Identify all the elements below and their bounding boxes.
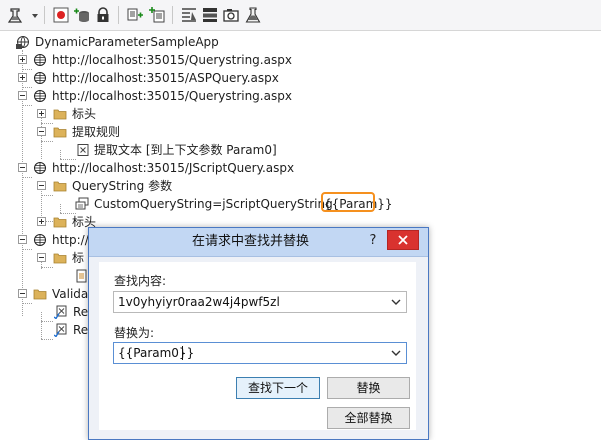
collapse-toggle[interactable]: [18, 91, 27, 100]
tree-root-label: DynamicParameterSampleApp: [35, 35, 219, 49]
folder-icon: [53, 107, 67, 121]
toolbar-separator: [172, 6, 173, 24]
folder-label: QueryString 参数: [72, 179, 173, 193]
tree-connector: [41, 339, 53, 340]
folder-icon: [53, 215, 67, 229]
find-what-value[interactable]: 1v0yhyiyr0raa2w4j4pwf5zl: [118, 292, 280, 312]
tree-request-item[interactable]: http://localhost:35015/JScriptQuery.aspx: [0, 159, 320, 177]
find-next-button[interactable]: 查找下一个: [236, 377, 320, 399]
rule-label: Re: [73, 323, 89, 337]
help-button[interactable]: ?: [363, 231, 383, 251]
add-datasource-icon[interactable]: [73, 6, 91, 24]
toolbar-separator: [118, 6, 119, 24]
record-icon[interactable]: [52, 6, 70, 24]
toolbar: [0, 0, 601, 31]
collapse-toggle[interactable]: [18, 289, 27, 298]
tree-request-item[interactable]: http://: [0, 231, 90, 249]
dropdown-arrow-icon[interactable]: [26, 6, 38, 24]
replace-with-label: 替换为:: [114, 326, 155, 340]
param-highlight-box: [321, 192, 375, 212]
tree-folder-validation[interactable]: Valida: [0, 285, 90, 303]
chevron-down-icon[interactable]: [391, 298, 401, 306]
folder-label: 提取规则: [72, 125, 121, 139]
tree-request-item[interactable]: http://localhost:35015/ASPQuery.aspx: [0, 69, 300, 87]
tree-folder-headers[interactable]: 标头: [0, 105, 200, 123]
rule-label: 提取文本 [到上下文参数 Param0]: [94, 143, 277, 157]
add-request-icon[interactable]: [6, 6, 24, 24]
web-test-icon: [16, 35, 30, 49]
rule-icon: [76, 143, 90, 157]
parameter-icon: [75, 197, 89, 211]
request-url: http://: [52, 233, 89, 247]
expand-toggle[interactable]: [18, 55, 27, 64]
tree-root[interactable]: DynamicParameterSampleApp: [0, 33, 300, 51]
replace-all-button[interactable]: 全部替换: [327, 407, 410, 429]
folder-icon: [53, 251, 67, 265]
folder-label: Valida: [52, 287, 89, 301]
tree-request-item[interactable]: http://localhost:35015/Querystring.aspx: [0, 87, 300, 105]
validation-rule-icon: [54, 305, 68, 319]
globe-icon: [33, 89, 47, 103]
dialog-title: 在请求中查找并替换: [191, 234, 309, 249]
parameterize-icon[interactable]: [126, 6, 144, 24]
toolbar-separator: [44, 6, 45, 24]
collapse-toggle[interactable]: [18, 235, 27, 244]
folder-icon: [53, 179, 67, 193]
request-url: http://localhost:35015/JScriptQuery.aspx: [52, 161, 295, 175]
validation-rule-icon: [54, 323, 68, 337]
tree-extraction-rule[interactable]: 提取文本 [到上下文参数 Param0]: [0, 141, 320, 159]
tree-item[interactable]: [0, 267, 90, 285]
dialog-title-bar[interactable]: 在请求中查找并替换 ?: [89, 228, 428, 257]
collapse-toggle[interactable]: [18, 163, 27, 172]
replace-with-combobox[interactable]: {{Param0}}: [113, 342, 407, 364]
collapse-toggle[interactable]: [37, 253, 46, 262]
folder-icon: [53, 125, 67, 139]
expand-toggle[interactable]: [18, 73, 27, 82]
flask-icon[interactable]: [244, 6, 262, 24]
find-replace-dialog: 在请求中查找并替换 ? 查找内容: 1v0yhyiyr0raa2w4j4pwf5…: [88, 227, 429, 440]
folder-label: 标: [72, 251, 85, 265]
request-url: http://localhost:35015/Querystring.aspx: [52, 53, 292, 67]
tree-folder-extraction-rules[interactable]: 提取规则: [0, 123, 200, 141]
globe-icon: [33, 161, 47, 175]
find-what-label: 查找内容:: [114, 274, 167, 288]
globe-icon: [33, 53, 47, 67]
request-url: http://localhost:35015/ASPQuery.aspx: [52, 71, 279, 85]
lock-icon[interactable]: [94, 6, 112, 24]
close-icon: [398, 235, 408, 245]
chevron-down-icon[interactable]: [391, 349, 401, 357]
param-label: CustomQueryString=jScriptQueryString__: [94, 197, 345, 211]
tree-folder-querystring[interactable]: QueryString 参数: [0, 177, 220, 195]
find-what-combobox[interactable]: 1v0yhyiyr0raa2w4j4pwf5zl: [113, 291, 407, 313]
folder-label: 标头: [72, 107, 97, 121]
folder-icon: [33, 287, 47, 301]
document-icon: [75, 269, 89, 283]
insert-request-icon[interactable]: [148, 6, 166, 24]
tree-validation-rule[interactable]: Re: [0, 303, 90, 321]
globe-icon: [33, 233, 47, 247]
rule-label: Re: [73, 305, 89, 319]
flask-parameters-icon[interactable]: [180, 6, 198, 24]
list-view-icon[interactable]: [201, 6, 219, 24]
expand-toggle[interactable]: [37, 217, 46, 226]
globe-icon: [33, 71, 47, 85]
tree-request-item[interactable]: http://localhost:35015/Querystring.aspx: [0, 51, 300, 69]
collapse-toggle[interactable]: [37, 181, 46, 190]
text-caret: [182, 346, 183, 360]
replace-button[interactable]: 替换: [327, 377, 410, 399]
tree-folder[interactable]: 标: [0, 249, 90, 267]
camera-icon[interactable]: [222, 6, 240, 24]
collapse-toggle[interactable]: [37, 127, 46, 136]
expand-toggle[interactable]: [37, 109, 46, 118]
request-url: http://localhost:35015/Querystring.aspx: [52, 89, 292, 103]
dialog-body: 查找内容: 1v0yhyiyr0raa2w4j4pwf5zl 替换为: {{Pa…: [99, 262, 416, 430]
tree-validation-rule[interactable]: Re: [0, 321, 90, 339]
close-button[interactable]: [387, 230, 419, 250]
